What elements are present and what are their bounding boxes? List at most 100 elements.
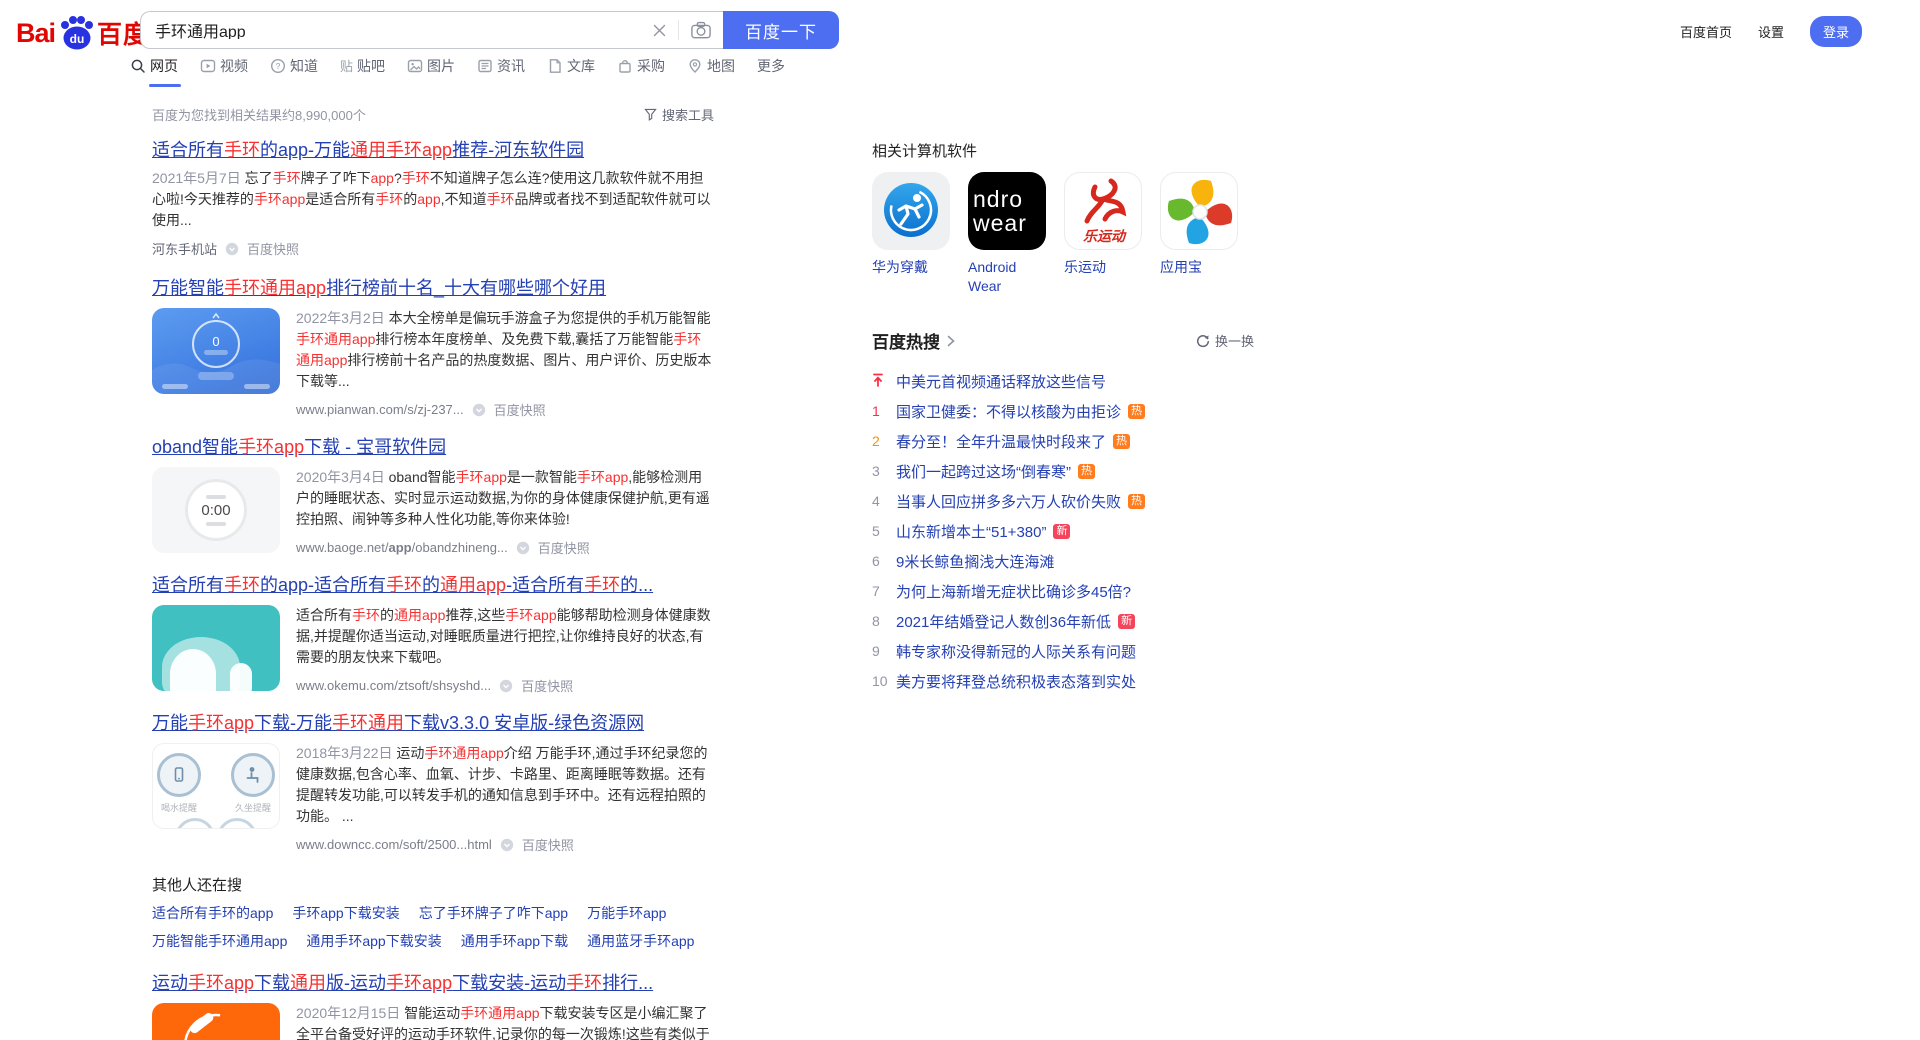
cached-snapshot-link[interactable]: 百度快照 (247, 239, 299, 258)
chevron-down-icon[interactable] (225, 242, 239, 256)
chevron-down-icon[interactable] (472, 403, 486, 417)
chevron-down-icon[interactable] (516, 541, 530, 555)
sitting-person-icon (231, 753, 275, 797)
hot-item-text: 当事人回应拼多多六万人砍价失败 (896, 491, 1121, 512)
hot-item[interactable]: 1 国家卫健委：不得以核酸为由拒诊 热 (872, 396, 1254, 426)
camera-icon[interactable] (690, 20, 712, 40)
related-link[interactable]: 手环app下载安装 (292, 903, 399, 923)
result-thumbnail-steps[interactable]: 0 (152, 308, 280, 394)
search-result: 适合所有手环的app-适合所有手环的通用app-适合所有手环的... 适合所有手… (152, 573, 714, 695)
related-link[interactable]: 通用手环app下载安装 (306, 931, 441, 951)
related-link[interactable]: 适合所有手环的app (152, 903, 273, 923)
cached-snapshot-link[interactable]: 百度快照 (494, 400, 546, 419)
related-link[interactable]: 万能手环app (587, 903, 666, 923)
result-thumbnail-cloud[interactable] (152, 605, 280, 691)
tab-images[interactable]: 图片 (407, 56, 455, 89)
tab-map[interactable]: 地图 (687, 56, 735, 89)
clear-icon[interactable] (652, 23, 667, 38)
search-box-divider (678, 20, 679, 40)
cached-snapshot-link[interactable]: 百度快照 (522, 835, 574, 854)
result-title[interactable]: 万能智能手环通用app排行榜前十名_十大有哪些哪个好用 (152, 276, 714, 300)
search-result: 万能智能手环通用app排行榜前十名_十大有哪些哪个好用 0 2 (152, 276, 714, 419)
result-title[interactable]: 适合所有手环的app-万能通用手环app推荐-河东软件园 (152, 138, 714, 162)
tab-webpage[interactable]: 网页 (130, 56, 178, 89)
app-label[interactable]: 乐运动 (1064, 258, 1142, 277)
tab-wenku[interactable]: 文库 (547, 56, 595, 89)
tab-more[interactable]: 更多 (757, 56, 785, 89)
app-label[interactable]: Android Wear (968, 258, 1046, 296)
result-title[interactable]: 万能手环app下载-万能手环通用下载v3.3.0 安卓版-绿色资源网 (152, 711, 714, 735)
related-link[interactable]: 通用手环app下载 (461, 931, 568, 951)
chevron-down-icon[interactable] (500, 838, 514, 852)
hot-item[interactable]: 9 韩专家称没得新冠的人际关系有问题 (872, 636, 1254, 666)
result-thumbnail-clock[interactable]: 0:00 (152, 467, 280, 553)
yingyongbao-icon (1160, 172, 1238, 250)
hot-item[interactable]: 3 我们一起跨过这场“倒春寒” 热 (872, 456, 1254, 486)
baidu-logo[interactable]: Bai du 百度 (16, 14, 149, 52)
related-link[interactable]: 万能智能手环通用app (152, 931, 287, 951)
result-title[interactable]: 适合所有手环的app-适合所有手环的通用app-适合所有手环的... (152, 573, 714, 597)
search-input[interactable] (155, 21, 652, 39)
app-card-yingyongbao[interactable]: 应用宝 (1160, 172, 1238, 296)
hot-refresh-button[interactable]: 换一换 (1196, 331, 1254, 350)
hot-search-header: 百度热搜 换一换 (872, 328, 1254, 353)
related-link[interactable]: 通用蓝牙手环app (587, 931, 694, 951)
related-row: 适合所有手环的app 手环app下载安装 忘了手环牌子了咋下app 万能手环ap… (152, 903, 714, 923)
result-body: 喝水提醒 久坐提醒 2018年3月22日 运动手环通用app介绍 万能手环,通过… (152, 743, 714, 854)
result-source[interactable]: 河东手机站 (152, 239, 217, 258)
hot-item[interactable]: 2 春分至！全年升温最快时段来了 热 (872, 426, 1254, 456)
android-wear-icon: ndro wear (968, 172, 1046, 250)
app-label[interactable]: 华为穿戴 (872, 258, 950, 277)
hot-item[interactable]: 7 为何上海新增无症状比确诊多45倍? (872, 576, 1254, 606)
hot-item[interactable]: 10 美方要将拜登总统积极表态落到实处 (872, 666, 1254, 696)
hot-item-text: 山东新增本土“51+380” (896, 521, 1046, 542)
chevron-right-icon[interactable] (946, 335, 956, 347)
map-pin-icon (687, 58, 703, 74)
app-card-le-sport[interactable]: 乐运动 乐运动 (1064, 172, 1142, 296)
result-footer: 河东手机站 百度快照 (152, 239, 714, 258)
result-text-column: 2020年3月4日 oband智能手环app是一款智能手环app,能够检测用户的… (296, 467, 714, 557)
cached-snapshot-link[interactable]: 百度快照 (521, 676, 573, 695)
results-column: 百度为您找到相关结果约8,990,000个 搜索工具 适合所有手环的app-万能… (152, 106, 714, 1040)
hot-item[interactable]: 4 当事人回应拼多多六万人砍价失败 热 (872, 486, 1254, 516)
result-snippet: 2020年12月15日 智能运动手环通用app下载安装专区是小编汇聚了全平台备受… (296, 1003, 714, 1040)
app-card-huawei-wear[interactable]: 华为穿戴 (872, 172, 950, 296)
app-card-android-wear[interactable]: ndro wear Android Wear (968, 172, 1046, 296)
tab-news[interactable]: 资讯 (477, 56, 525, 89)
home-link[interactable]: 百度首页 (1680, 22, 1732, 41)
tab-caigou[interactable]: 采购 (617, 56, 665, 89)
android-wear-icon-text: ndro (973, 187, 1046, 211)
result-thumbnail-mi[interactable]: mi (152, 1003, 280, 1040)
result-title[interactable]: 运动手环app下载通用版-运动手环app下载安装-运动手环排行... (152, 971, 714, 995)
cached-snapshot-link[interactable]: 百度快照 (538, 538, 590, 557)
result-thumbnail-reminders[interactable]: 喝水提醒 久坐提醒 (152, 743, 280, 829)
filter-icon (644, 108, 657, 121)
hot-item[interactable]: 5 山东新增本土“51+380” 新 (872, 516, 1254, 546)
search-tools-button[interactable]: 搜索工具 (644, 105, 714, 124)
hot-item-text: 为何上海新增无症状比确诊多45倍? (896, 581, 1131, 602)
hot-item[interactable]: 6 9米长鲸鱼搁浅大连海滩 (872, 546, 1254, 576)
search-box[interactable] (140, 11, 724, 49)
svg-text:乐运动: 乐运动 (1083, 228, 1127, 244)
settings-link[interactable]: 设置 (1758, 22, 1784, 41)
result-body: 0:00 2020年3月4日 oband智能手环app是一款智能手环app,能够… (152, 467, 714, 557)
app-label[interactable]: 应用宝 (1160, 258, 1238, 277)
result-title[interactable]: oband智能手环app下载 - 宝哥软件园 (152, 435, 714, 459)
tab-zhidao[interactable]: ? 知道 (270, 56, 318, 89)
tab-video[interactable]: 视频 (200, 56, 248, 89)
search-button[interactable]: 百度一下 (723, 11, 839, 49)
hot-search-title[interactable]: 百度热搜 (872, 328, 940, 353)
hot-item[interactable]: 8 2021年结婚登记人数创36年新低 新 (872, 606, 1254, 636)
question-icon: ? (270, 58, 286, 74)
search-result: 运动手环app下载通用版-运动手环app下载安装-运动手环排行... mi 20… (152, 971, 714, 1040)
hot-item-top[interactable]: 中美元首视频通话释放这些信号 (872, 366, 1254, 396)
related-link[interactable]: 忘了手环牌子了咋下app (419, 903, 568, 923)
hot-rank: 5 (872, 523, 896, 539)
result-snippet: 2020年3月4日 oband智能手环app是一款智能手环app,能够检测用户的… (296, 467, 714, 530)
doc-icon (547, 58, 563, 74)
login-button[interactable]: 登录 (1810, 16, 1862, 47)
chevron-down-icon[interactable] (499, 679, 513, 693)
hot-badge: 热 (1128, 404, 1145, 419)
result-url: www.okemu.com/ztsoft/shsyshd... (296, 678, 491, 693)
tab-tieba[interactable]: 贴 贴吧 (340, 56, 385, 89)
